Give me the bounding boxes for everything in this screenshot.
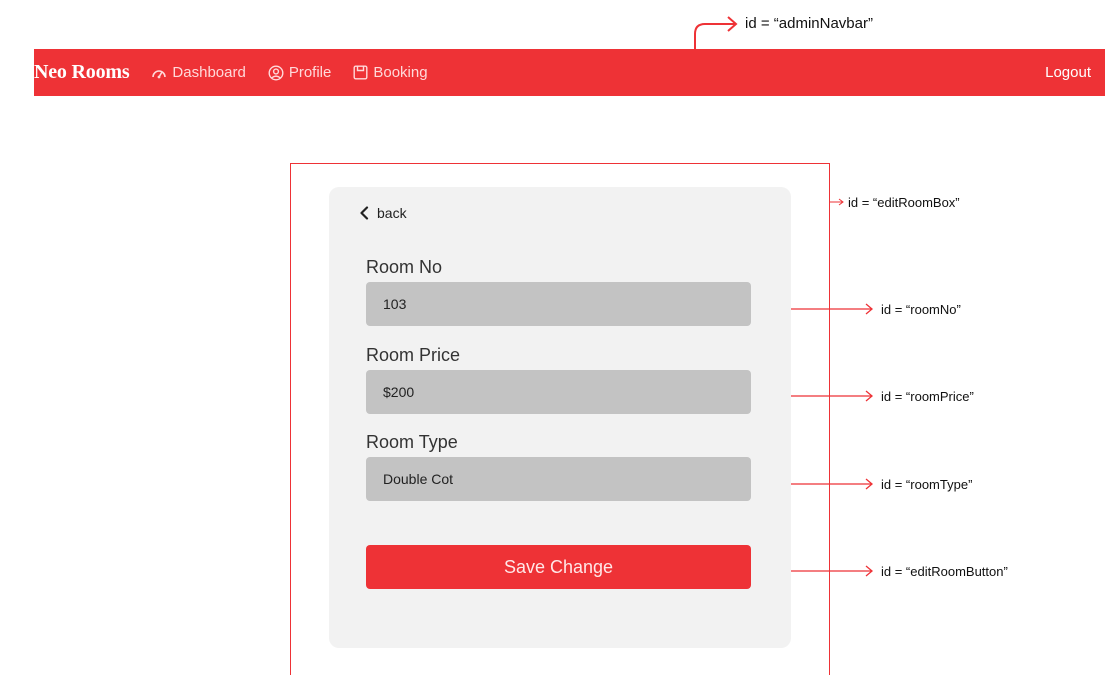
annotation-room-type: id = “roomType”: [881, 477, 973, 492]
room-no-label: Room No: [366, 257, 443, 277]
nav-item-profile[interactable]: Profile: [268, 64, 332, 81]
logout-link[interactable]: Logout: [1045, 64, 1091, 81]
speedometer-icon: [152, 69, 167, 78]
room-no-input[interactable]: [366, 282, 751, 326]
annotation-edit-room-button: id = “editRoomButton”: [881, 564, 1008, 579]
back-link[interactable]: back: [359, 205, 407, 221]
admin-navbar: Neo Rooms Dashboard Profile Booking Logo…: [34, 49, 1105, 96]
nav-item-dashboard[interactable]: Dashboard: [151, 64, 246, 81]
page: id = “adminNavbar” id = “editRoomBox” id…: [0, 0, 1105, 675]
annotation-admin-navbar: id = “adminNavbar”: [745, 15, 873, 32]
brand-logo[interactable]: Neo Rooms: [34, 61, 130, 84]
nav-links: Dashboard Profile Booking: [151, 64, 428, 81]
room-type-input[interactable]: [366, 457, 751, 501]
nav-item-label: Profile: [288, 64, 332, 81]
back-label: back: [377, 205, 407, 221]
nav-item-booking[interactable]: Booking: [353, 64, 428, 81]
nav-item-label: Booking: [373, 64, 428, 81]
nav-item-label: Dashboard: [172, 64, 246, 81]
annotation-room-price: id = “roomPrice”: [881, 389, 974, 404]
room-type-label: Room Type: [366, 432, 458, 452]
calendar-icon: [353, 65, 368, 80]
room-price-input[interactable]: [366, 370, 751, 414]
chevron-left-icon: [360, 206, 369, 220]
user-circle-icon: [268, 64, 284, 81]
save-change-button[interactable]: Save Change: [366, 545, 751, 589]
room-price-label: Room Price: [366, 345, 461, 365]
annotation-edit-room-box: id = “editRoomBox”: [848, 195, 960, 210]
annotation-room-no: id = “roomNo”: [881, 302, 961, 317]
edit-room-card: back Room No Room Price Room Type Save C…: [329, 187, 791, 648]
